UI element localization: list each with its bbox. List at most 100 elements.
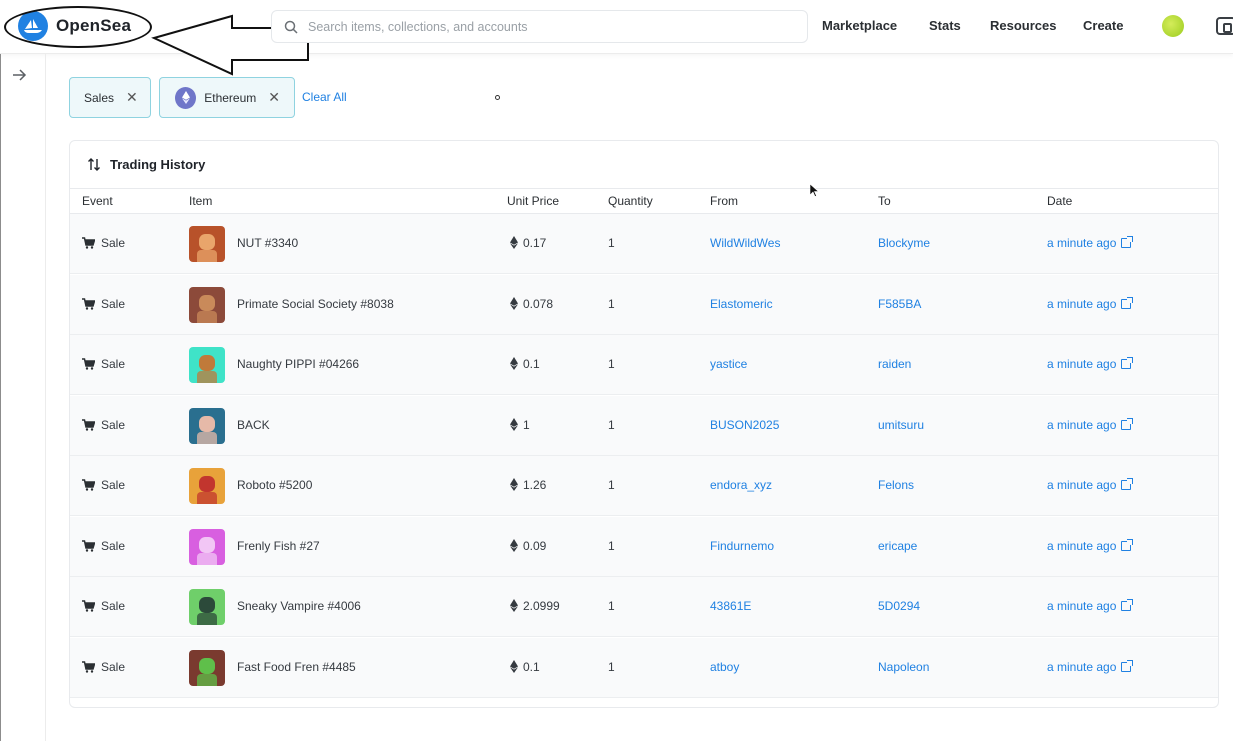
- nav-resources[interactable]: Resources: [990, 18, 1056, 33]
- arrow-right-icon[interactable]: [12, 68, 28, 82]
- from-account-link[interactable]: BUSON2025: [710, 418, 779, 432]
- to-account-link[interactable]: Blockyme: [878, 236, 930, 250]
- quantity: 1: [608, 599, 615, 613]
- to-account-link[interactable]: ericape: [878, 539, 917, 553]
- date-link[interactable]: a minute ago: [1047, 538, 1134, 553]
- item-name-link[interactable]: Fast Food Fren #4485: [237, 660, 356, 674]
- external-link-icon[interactable]: [1121, 417, 1134, 430]
- external-link-icon[interactable]: [1121, 659, 1134, 672]
- unit-price: 1: [523, 417, 530, 432]
- from-account-link[interactable]: yastice: [710, 357, 747, 371]
- date-text: a minute ago: [1047, 236, 1117, 250]
- table-row[interactable]: Sale NUT #3340 0.17 1 WildWildWes Blockyme a m…: [70, 214, 1218, 274]
- item-name-link[interactable]: Roboto #5200: [237, 478, 312, 492]
- unit-price: 1.26: [523, 478, 547, 492]
- nft-thumbnail[interactable]: [189, 286, 225, 323]
- close-icon[interactable]: ✕: [268, 89, 280, 106]
- unit-price: 0.09: [523, 538, 547, 553]
- external-link-icon[interactable]: [1121, 599, 1134, 611]
- filter-chip-label: Ethereum: [204, 90, 257, 105]
- date-link[interactable]: a minute ago: [1047, 357, 1134, 371]
- date-link[interactable]: a minute ago: [1047, 417, 1134, 432]
- table-row[interactable]: Sale Frenly Fish #27 0.09 1 Findurnemo ericap…: [70, 516, 1218, 577]
- external-link-icon[interactable]: [1121, 478, 1134, 490]
- filter-chip-sales[interactable]: Sales ✕: [69, 77, 151, 118]
- table-row[interactable]: Sale Roboto #5200 1.26 1 endora_xyz Felons a m…: [70, 456, 1218, 516]
- nft-thumbnail[interactable]: [189, 226, 225, 262]
- column-header-item: Item: [189, 194, 213, 208]
- item-name-link[interactable]: Frenly Fish #27: [237, 539, 320, 553]
- to-account-link[interactable]: raiden: [878, 357, 911, 371]
- search-input[interactable]: [308, 19, 788, 34]
- date-link[interactable]: a minute ago: [1047, 478, 1134, 492]
- table-row[interactable]: Sale Naughty PIPPI #04266 0.1 1 yastice raide…: [70, 335, 1218, 395]
- item-name-link[interactable]: Sneaky Vampire #4006: [237, 599, 361, 613]
- to-account-link[interactable]: 5D0294: [878, 599, 920, 613]
- event-label: Sale: [101, 236, 126, 250]
- from-account-link[interactable]: Elastomeric: [710, 297, 773, 311]
- search-bar[interactable]: [271, 10, 808, 43]
- date-link[interactable]: a minute ago: [1047, 236, 1134, 250]
- nft-thumbnail[interactable]: [189, 528, 225, 565]
- column-header-to: To: [878, 194, 891, 208]
- table-row[interactable]: Sale Fast Food Fren #4485 0.1 1 atboy Napoleo…: [70, 637, 1218, 698]
- date-link[interactable]: a minute ago: [1047, 599, 1134, 613]
- date-link[interactable]: a minute ago: [1047, 659, 1134, 674]
- ethereum-icon: [510, 357, 518, 370]
- external-link-icon[interactable]: [1121, 538, 1134, 551]
- quantity: 1: [608, 538, 615, 553]
- column-header-from: From: [710, 194, 738, 208]
- external-link-icon[interactable]: [1121, 236, 1134, 248]
- nft-thumbnail[interactable]: [189, 468, 225, 504]
- to-account-link[interactable]: Napoleon: [878, 660, 929, 674]
- cart-icon: [82, 237, 95, 249]
- external-link-icon[interactable]: [1121, 296, 1134, 309]
- nav-create[interactable]: Create: [1083, 18, 1123, 33]
- clear-all-link[interactable]: Clear All: [302, 90, 347, 104]
- date-link[interactable]: a minute ago: [1047, 296, 1134, 311]
- item-name-link[interactable]: Primate Social Society #8038: [237, 297, 394, 311]
- close-icon[interactable]: ✕: [126, 89, 138, 106]
- table-row[interactable]: Sale BACK 1 1 BUSON2025 umitsuru a minute ago: [70, 395, 1218, 456]
- ethereum-icon: [510, 236, 518, 249]
- item-name-link[interactable]: NUT #3340: [237, 236, 298, 250]
- ethereum-icon: [510, 478, 518, 491]
- sort-arrows-icon: [88, 158, 100, 171]
- quantity: 1: [608, 659, 615, 674]
- filter-chip-label: Sales: [84, 90, 115, 105]
- mouse-cursor-icon: [810, 184, 819, 197]
- nft-thumbnail[interactable]: [189, 589, 225, 625]
- date-text: a minute ago: [1047, 357, 1117, 371]
- nft-thumbnail[interactable]: [189, 649, 225, 686]
- nav-stats[interactable]: Stats: [929, 18, 961, 33]
- event-label: Sale: [101, 659, 126, 674]
- nft-thumbnail[interactable]: [189, 347, 225, 383]
- table-row[interactable]: Sale Sneaky Vampire #4006 2.0999 1 43861E 5D0…: [70, 577, 1218, 637]
- from-account-link[interactable]: atboy: [710, 660, 739, 674]
- external-link-icon[interactable]: [1121, 357, 1134, 369]
- wallet-icon[interactable]: [1216, 17, 1233, 35]
- filter-chip-ethereum[interactable]: Ethereum ✕: [159, 77, 295, 118]
- cart-icon: [82, 479, 95, 491]
- table-row[interactable]: Sale Primate Social Society #8038 0.078 1 El…: [70, 274, 1218, 335]
- column-header-date: Date: [1047, 194, 1073, 208]
- from-account-link[interactable]: Findurnemo: [710, 539, 774, 553]
- cart-icon: [82, 297, 95, 310]
- to-account-link[interactable]: umitsuru: [878, 418, 924, 432]
- from-account-link[interactable]: endora_xyz: [710, 478, 772, 492]
- from-account-link[interactable]: WildWildWes: [710, 236, 780, 250]
- ethereum-icon: [510, 599, 518, 612]
- item-name-link[interactable]: BACK: [237, 418, 270, 432]
- nav-marketplace[interactable]: Marketplace: [822, 18, 897, 33]
- from-account-link[interactable]: 43861E: [710, 599, 751, 613]
- quantity: 1: [608, 417, 615, 432]
- nft-thumbnail[interactable]: [189, 407, 225, 444]
- to-account-link[interactable]: Felons: [878, 478, 914, 492]
- item-name-link[interactable]: Naughty PIPPI #04266: [237, 357, 359, 371]
- avatar[interactable]: [1162, 15, 1184, 37]
- search-icon: [284, 20, 298, 34]
- unit-price: 0.078: [523, 296, 554, 311]
- ethereum-icon: [510, 296, 518, 310]
- date-text: a minute ago: [1047, 599, 1117, 613]
- to-account-link[interactable]: F585BA: [878, 297, 921, 311]
